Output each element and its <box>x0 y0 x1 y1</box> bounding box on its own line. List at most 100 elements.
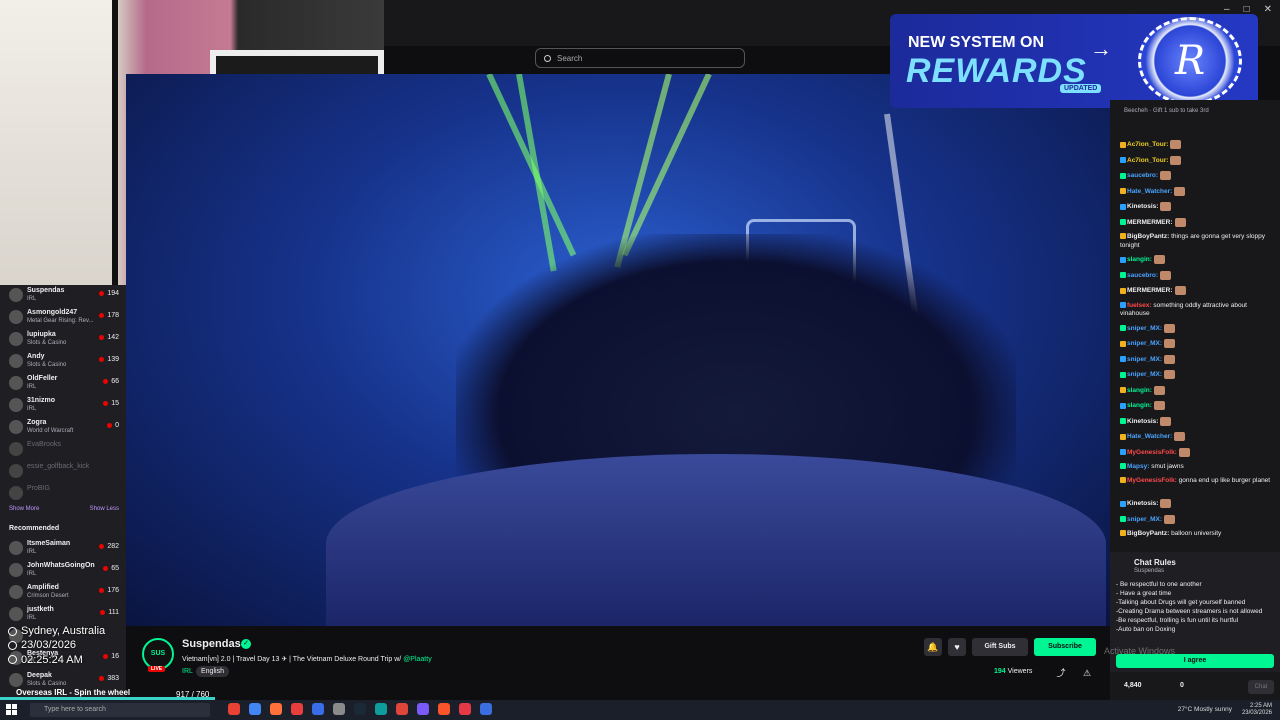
channel-name: ItsmeSaiman <box>27 540 71 547</box>
chat-message: MyGenesisFolk: <box>1120 447 1276 458</box>
taskbar-clock[interactable]: 2:25 AM 23/03/2026 <box>1242 703 1272 716</box>
sidebar-channel[interactable]: OldFeller IRL 66 <box>0 373 126 395</box>
chat-send-button[interactable]: Chat <box>1248 680 1274 694</box>
show-less-link[interactable]: Show Less <box>90 506 119 512</box>
channel-name: Suspendas <box>27 287 65 294</box>
viewer-number: 142 <box>107 334 119 341</box>
chat-username[interactable]: Hate_Watcher: <box>1127 188 1172 195</box>
chat-username[interactable]: sniper_MX: <box>1127 340 1162 347</box>
weather-text[interactable]: 27°C Mostly sunny <box>1178 706 1232 713</box>
chat-badge-icon <box>1120 157 1126 163</box>
sidebar-channel[interactable]: Asmongold247 Metal Gear Rising: Rev... 178 <box>0 307 126 329</box>
channel-game: Slots & Casino <box>27 362 67 368</box>
chat-badge-icon <box>1120 172 1126 179</box>
stream-mention[interactable]: @Plaatty <box>403 656 432 663</box>
chat-username[interactable]: Hate_Watcher: <box>1127 433 1172 440</box>
chat-username[interactable]: sniper_MX: <box>1127 516 1162 523</box>
sidebar-channel[interactable]: Andy Slots & Casino 139 <box>0 351 126 373</box>
app-icon[interactable] <box>396 703 408 715</box>
report-icon[interactable]: ⚠ <box>1078 664 1096 682</box>
app-icon[interactable] <box>312 703 324 715</box>
sidebar-channel[interactable]: essie_golfback_kick <box>0 461 126 483</box>
overlay-time-row: 02:25:24 AM <box>8 653 128 667</box>
brave-icon[interactable] <box>438 703 450 715</box>
recommended-heading: Recommended <box>9 525 60 532</box>
chat-username[interactable]: Kinetosis: <box>1127 203 1158 210</box>
chat-badge-icon <box>1120 449 1126 455</box>
chat-username[interactable]: saucebro: <box>1127 172 1158 179</box>
chat-message: fuelsex: something oddly attractive abou… <box>1120 302 1276 320</box>
sidebar-channel[interactable]: 31nizmo IRL 15 <box>0 395 126 417</box>
chat-username[interactable]: MERMERMER: <box>1127 219 1173 226</box>
chat-rules-list: - Be respectful to one another - Have a … <box>1116 580 1276 635</box>
chat-username[interactable]: MyGenesisFolk: <box>1127 449 1177 456</box>
chat-badge-icon <box>1120 371 1126 378</box>
opera-icon[interactable] <box>291 703 303 715</box>
chat-username[interactable]: MERMERMER: <box>1127 287 1173 294</box>
app-icon[interactable] <box>249 703 261 715</box>
chat-username[interactable]: MyGenesisFolk: <box>1127 477 1177 484</box>
search-icon <box>544 54 551 62</box>
emote-icon <box>1153 401 1165 410</box>
edge-icon[interactable] <box>375 703 387 715</box>
share-icon[interactable]: ⤴ <box>1052 664 1070 682</box>
steam-icon[interactable] <box>354 703 366 715</box>
firefox-icon[interactable] <box>270 703 282 715</box>
app-icon[interactable] <box>480 703 492 715</box>
channel-name: Andy <box>27 353 45 360</box>
bell-icon[interactable]: 🔔 <box>924 638 942 656</box>
chat-username[interactable]: sniper_MX: <box>1127 325 1162 332</box>
stream-title: Vietnam[vn] 2.0 | Travel Day 13 ✈ | The … <box>182 655 432 663</box>
sidebar-channel[interactable]: Amplified Crimson Desert 176 <box>0 582 126 604</box>
viewer-count: 65 <box>103 565 119 572</box>
chat-username[interactable]: saucebro: <box>1127 272 1158 279</box>
live-dot-icon <box>99 357 105 362</box>
channel-points[interactable]: 4,840 <box>1124 682 1142 689</box>
sidebar-channel[interactable]: EvaBrooks <box>0 439 126 461</box>
app-icon[interactable] <box>333 703 345 715</box>
chat-username[interactable]: slangin: <box>1127 256 1152 263</box>
sidebar-channel[interactable]: Zogra World of Warcraft 0 <box>0 417 126 439</box>
search-input[interactable]: Search <box>535 48 745 68</box>
sidebar-channel[interactable]: ItsmeSaiman IRL 282 <box>0 538 126 560</box>
sidebar-channel[interactable]: lupiupka Slots & Casino 142 <box>0 329 126 351</box>
chat-username[interactable]: BigBoyPantz: <box>1127 233 1169 240</box>
sidebar-channel[interactable]: justketh IRL 111 <box>0 604 126 626</box>
subscribe-button[interactable]: Subscribe <box>1034 638 1096 656</box>
chat-username[interactable]: slangin: <box>1127 387 1152 394</box>
avatar <box>9 486 23 500</box>
viewer-count: 176 <box>99 587 119 594</box>
chat-username[interactable]: Ac7ion_Tour: <box>1127 157 1168 164</box>
chat-message: Mapsy: smut jawns <box>1120 463 1276 472</box>
heart-icon[interactable]: ♥ <box>948 638 966 656</box>
show-more-link[interactable]: Show More <box>9 506 39 512</box>
chat-username[interactable]: sniper_MX: <box>1127 371 1162 378</box>
video-player[interactable] <box>126 74 1110 626</box>
taskbar-search[interactable]: Type here to search <box>30 703 210 717</box>
sidebar-channel[interactable]: Suspendas IRL 194 <box>0 285 126 307</box>
sidebar-channel[interactable]: JohnWhatsGoingOn IRL 65 <box>0 560 126 582</box>
app-icon[interactable] <box>417 703 429 715</box>
chat-username[interactable]: BigBoyPantz: <box>1127 530 1169 537</box>
viewer-count: 194 Viewers <box>994 668 1032 675</box>
rule-item: -Creating Drama between streamers is not… <box>1116 608 1263 616</box>
chat-username[interactable]: Kinetosis: <box>1127 418 1158 425</box>
windows-start-icon[interactable] <box>6 704 17 715</box>
chat-username[interactable]: sniper_MX: <box>1127 356 1162 363</box>
chat-username[interactable]: fuelsex: <box>1127 302 1152 309</box>
chat-username[interactable]: Kinetosis: <box>1127 500 1158 507</box>
stream-category[interactable]: IRL <box>182 668 193 675</box>
chat-username[interactable]: slangin: <box>1127 402 1152 409</box>
chat-username[interactable]: Mapsy: <box>1127 463 1149 470</box>
channel-name[interactable]: Suspendas <box>182 638 241 650</box>
chat-username[interactable]: Ac7ion_Tour: <box>1127 141 1168 148</box>
chat-message: Kinetosis: <box>1120 416 1276 427</box>
close-button[interactable]: ✕ <box>1264 4 1272 15</box>
chat-message: MyGenesisFolk: gonna end up like burger … <box>1120 477 1276 486</box>
gift-subs-button[interactable]: Gift Subs <box>972 638 1028 656</box>
app-icon[interactable] <box>459 703 471 715</box>
language-tag[interactable]: English <box>196 666 229 677</box>
viewer-count: 139 <box>99 356 119 363</box>
sidebar-channel[interactable]: ProBIG <box>0 483 126 505</box>
chrome-icon[interactable] <box>228 703 240 715</box>
